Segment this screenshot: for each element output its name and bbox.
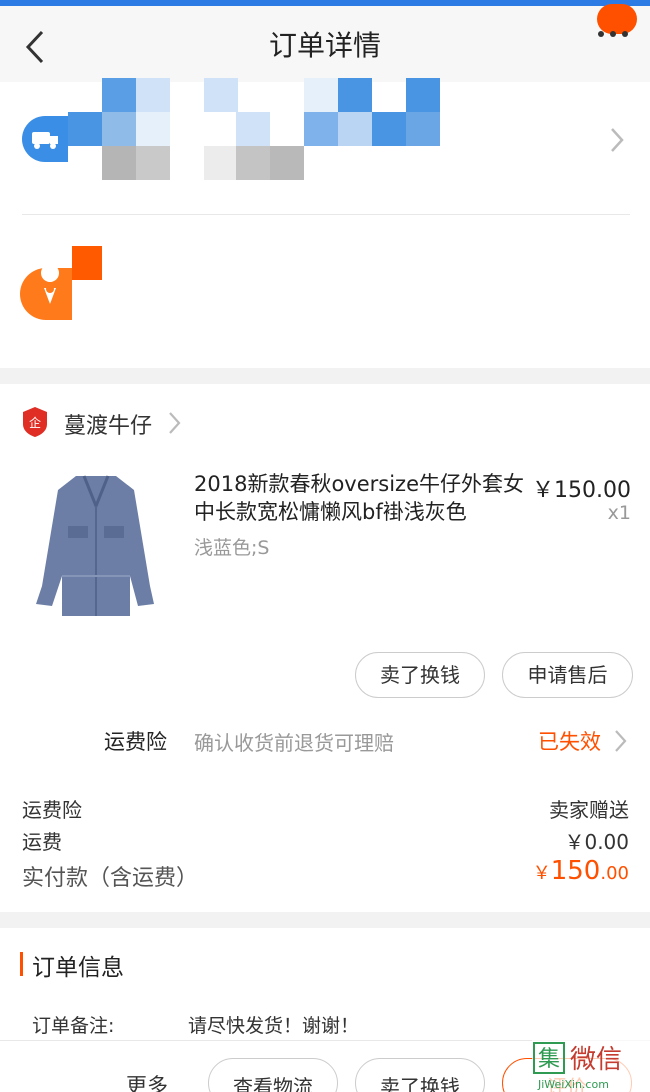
apply-aftersale-button[interactable]: 申请售后	[502, 652, 633, 698]
product-qty: x1	[607, 502, 631, 524]
sell-exchange-bottom-button[interactable]: 卖了换钱	[355, 1058, 485, 1092]
summary-value: ￥0.00	[564, 830, 629, 854]
svg-text:集: 集	[538, 1047, 560, 1072]
svg-text:JiWeiXin.com: JiWeiXin.com	[537, 1078, 609, 1091]
order-note-label: 订单备注:	[32, 1015, 115, 1037]
total-decimal: .00	[600, 863, 629, 884]
insurance-chevron-icon[interactable]	[612, 728, 628, 754]
order-info-title: 订单信息	[32, 955, 124, 981]
product-spec: 浅蓝色;S	[194, 537, 270, 559]
summary-label: 运费	[22, 830, 62, 854]
page-title: 订单详情	[268, 29, 381, 62]
shop-name[interactable]: 蔓渡牛仔	[64, 408, 152, 440]
svg-text:企: 企	[29, 415, 41, 430]
insurance-desc: 确认收货前退货可理赔	[194, 731, 394, 755]
sell-exchange-button[interactable]: 卖了换钱	[355, 652, 485, 698]
order-card	[0, 384, 650, 912]
svg-text:微信: 微信	[570, 1045, 622, 1075]
order-note-value: 请尽快发货！谢谢！	[188, 1015, 360, 1037]
enterprise-badge-icon: 企	[23, 407, 47, 437]
total-currency: ￥	[532, 863, 551, 884]
truck-icon[interactable]	[22, 112, 68, 166]
section-accent-bar	[20, 952, 23, 976]
product-thumbnail[interactable]	[26, 466, 166, 626]
view-logistics-button[interactable]: 查看物流	[208, 1058, 338, 1092]
ellipsis-icon[interactable]	[594, 24, 634, 44]
total-integer: 150	[550, 856, 601, 886]
more-button[interactable]: 更多	[126, 1070, 168, 1092]
header: 订单详情	[0, 6, 650, 82]
logistics-info-mosaic[interactable]	[68, 78, 588, 182]
insurance-title: 运费险	[104, 730, 167, 754]
total-label: 实付款（含运费）	[22, 866, 199, 891]
watermark-logo: 集 微信 JiWeiXin.com	[532, 1040, 650, 1092]
chevron-right-icon[interactable]	[608, 126, 626, 154]
divider	[22, 214, 630, 215]
summary-label: 运费险	[22, 798, 82, 822]
product-price: ￥150.00	[532, 478, 631, 503]
location-pin-icon	[20, 246, 102, 320]
summary-value: 卖家赠送	[549, 798, 629, 822]
product-title[interactable]: 2018新款春秋oversize牛仔外套女中长款宽松慵懒风bf褂浅灰色	[194, 470, 524, 526]
insurance-status[interactable]: 已失效	[538, 726, 601, 756]
shop-chevron-icon[interactable]	[166, 410, 182, 436]
total-amount: ￥150.00	[533, 856, 629, 886]
